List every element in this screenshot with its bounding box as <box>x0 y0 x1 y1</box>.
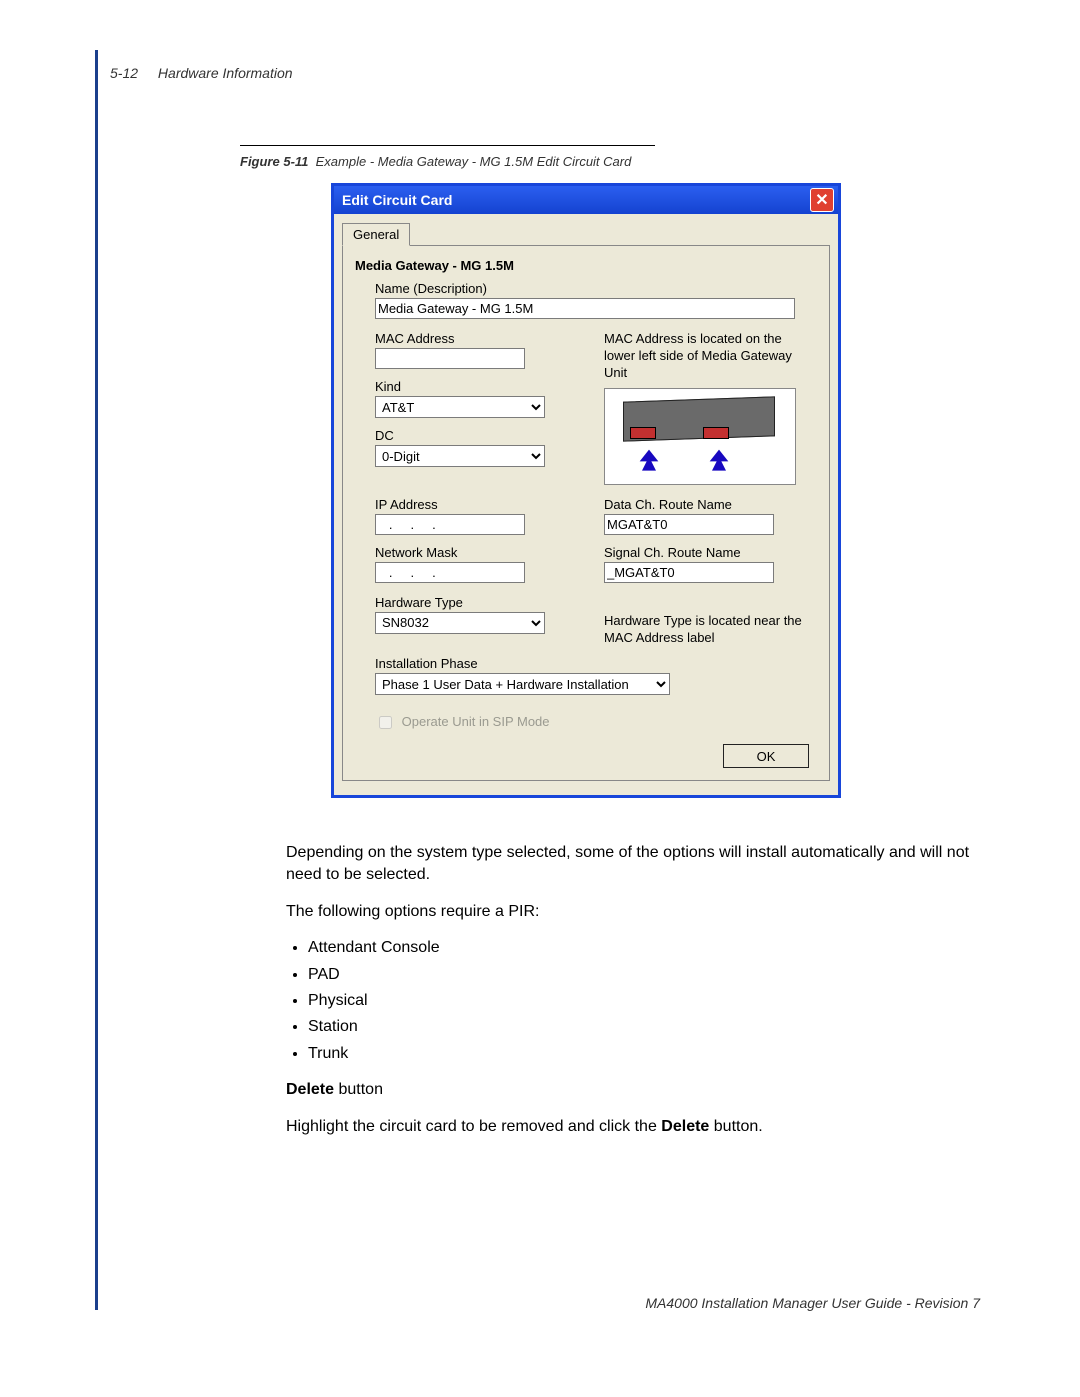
delete-head-bold: Delete <box>286 1081 334 1098</box>
figure-rule <box>240 145 655 146</box>
page-section: Hardware Information <box>158 65 293 81</box>
edit-circuit-card-dialog: Edit Circuit Card ✕ General Media Gatewa… <box>331 183 841 798</box>
list-item: Physical <box>308 990 970 1012</box>
dialog-title: Edit Circuit Card <box>342 192 452 208</box>
delete-text-bold: Delete <box>661 1118 709 1135</box>
tab-general[interactable]: General <box>342 223 410 246</box>
list-item: Attendant Console <box>308 937 970 959</box>
dc-label: DC <box>375 428 584 443</box>
page-number: 5-12 <box>110 65 138 81</box>
figure-caption: Figure 5-11 Example - Media Gateway - MG… <box>240 154 631 169</box>
close-icon: ✕ <box>815 190 828 210</box>
name-input[interactable] <box>375 298 795 319</box>
figure-label: Figure 5-11 <box>240 154 308 169</box>
ip-label: IP Address <box>375 497 584 512</box>
list-item: Station <box>308 1016 970 1038</box>
form-area: Name (Description) MAC Address Kind AT&T… <box>343 281 829 695</box>
device-illustration <box>604 388 796 485</box>
kind-label: Kind <box>375 379 584 394</box>
phase-select[interactable]: Phase 1 User Data + Hardware Installatio… <box>375 673 670 695</box>
mac-input[interactable] <box>375 348 525 369</box>
sip-mode-label: Operate Unit in SIP Mode <box>402 714 550 729</box>
sigch-label: Signal Ch. Route Name <box>604 545 813 560</box>
body-paragraph: Depending on the system type selected, s… <box>286 842 970 887</box>
tab-panel: Media Gateway - MG 1.5M Name (Descriptio… <box>342 245 830 781</box>
delete-subheading: Delete button <box>286 1079 970 1101</box>
tab-row: General <box>334 214 838 245</box>
device-slot-icon <box>703 427 729 439</box>
hwtype-label: Hardware Type <box>375 595 584 610</box>
page-body: Depending on the system type selected, s… <box>286 836 970 1152</box>
page-left-rule <box>95 50 98 1310</box>
hwtype-hint: Hardware Type is located near the MAC Ad… <box>604 613 813 647</box>
body-paragraph: The following options require a PIR: <box>286 901 970 923</box>
sip-mode-row: Operate Unit in SIP Mode <box>375 713 829 732</box>
mask-input[interactable] <box>375 562 525 583</box>
list-item: PAD <box>308 964 970 986</box>
sip-mode-checkbox[interactable] <box>379 716 392 729</box>
arrow-up-icon <box>635 445 663 473</box>
datach-label: Data Ch. Route Name <box>604 497 813 512</box>
list-item: Trunk <box>308 1043 970 1065</box>
delete-paragraph: Highlight the circuit card to be removed… <box>286 1116 970 1138</box>
dialog-button-row: OK <box>343 736 829 780</box>
dialog-titlebar: Edit Circuit Card ✕ <box>334 186 838 214</box>
phase-label: Installation Phase <box>375 656 813 671</box>
panel-section-title: Media Gateway - MG 1.5M <box>355 258 817 273</box>
delete-head-rest: button <box>334 1081 383 1098</box>
delete-text-pre: Highlight the circuit card to be removed… <box>286 1118 661 1135</box>
mask-label: Network Mask <box>375 545 584 560</box>
ok-button[interactable]: OK <box>723 744 809 768</box>
mac-hint: MAC Address is located on the lower left… <box>604 331 813 382</box>
pir-options-list: Attendant Console PAD Physical Station T… <box>286 937 970 1065</box>
figure-caption-text: Example - Media Gateway - MG 1.5M Edit C… <box>316 154 632 169</box>
kind-select[interactable]: AT&T <box>375 396 545 418</box>
delete-text-post: button. <box>709 1118 762 1135</box>
page-header: 5-12 Hardware Information <box>110 65 293 81</box>
device-slot-icon <box>630 427 656 439</box>
datach-input[interactable] <box>604 514 774 535</box>
page-footer: MA4000 Installation Manager User Guide -… <box>645 1295 980 1311</box>
arrow-up-icon <box>705 445 733 473</box>
mac-label: MAC Address <box>375 331 584 346</box>
name-label: Name (Description) <box>375 281 813 296</box>
sigch-input[interactable] <box>604 562 774 583</box>
dc-select[interactable]: 0-Digit <box>375 445 545 467</box>
close-button[interactable]: ✕ <box>810 188 834 212</box>
ip-input[interactable] <box>375 514 525 535</box>
hwtype-select[interactable]: SN8032 <box>375 612 545 634</box>
